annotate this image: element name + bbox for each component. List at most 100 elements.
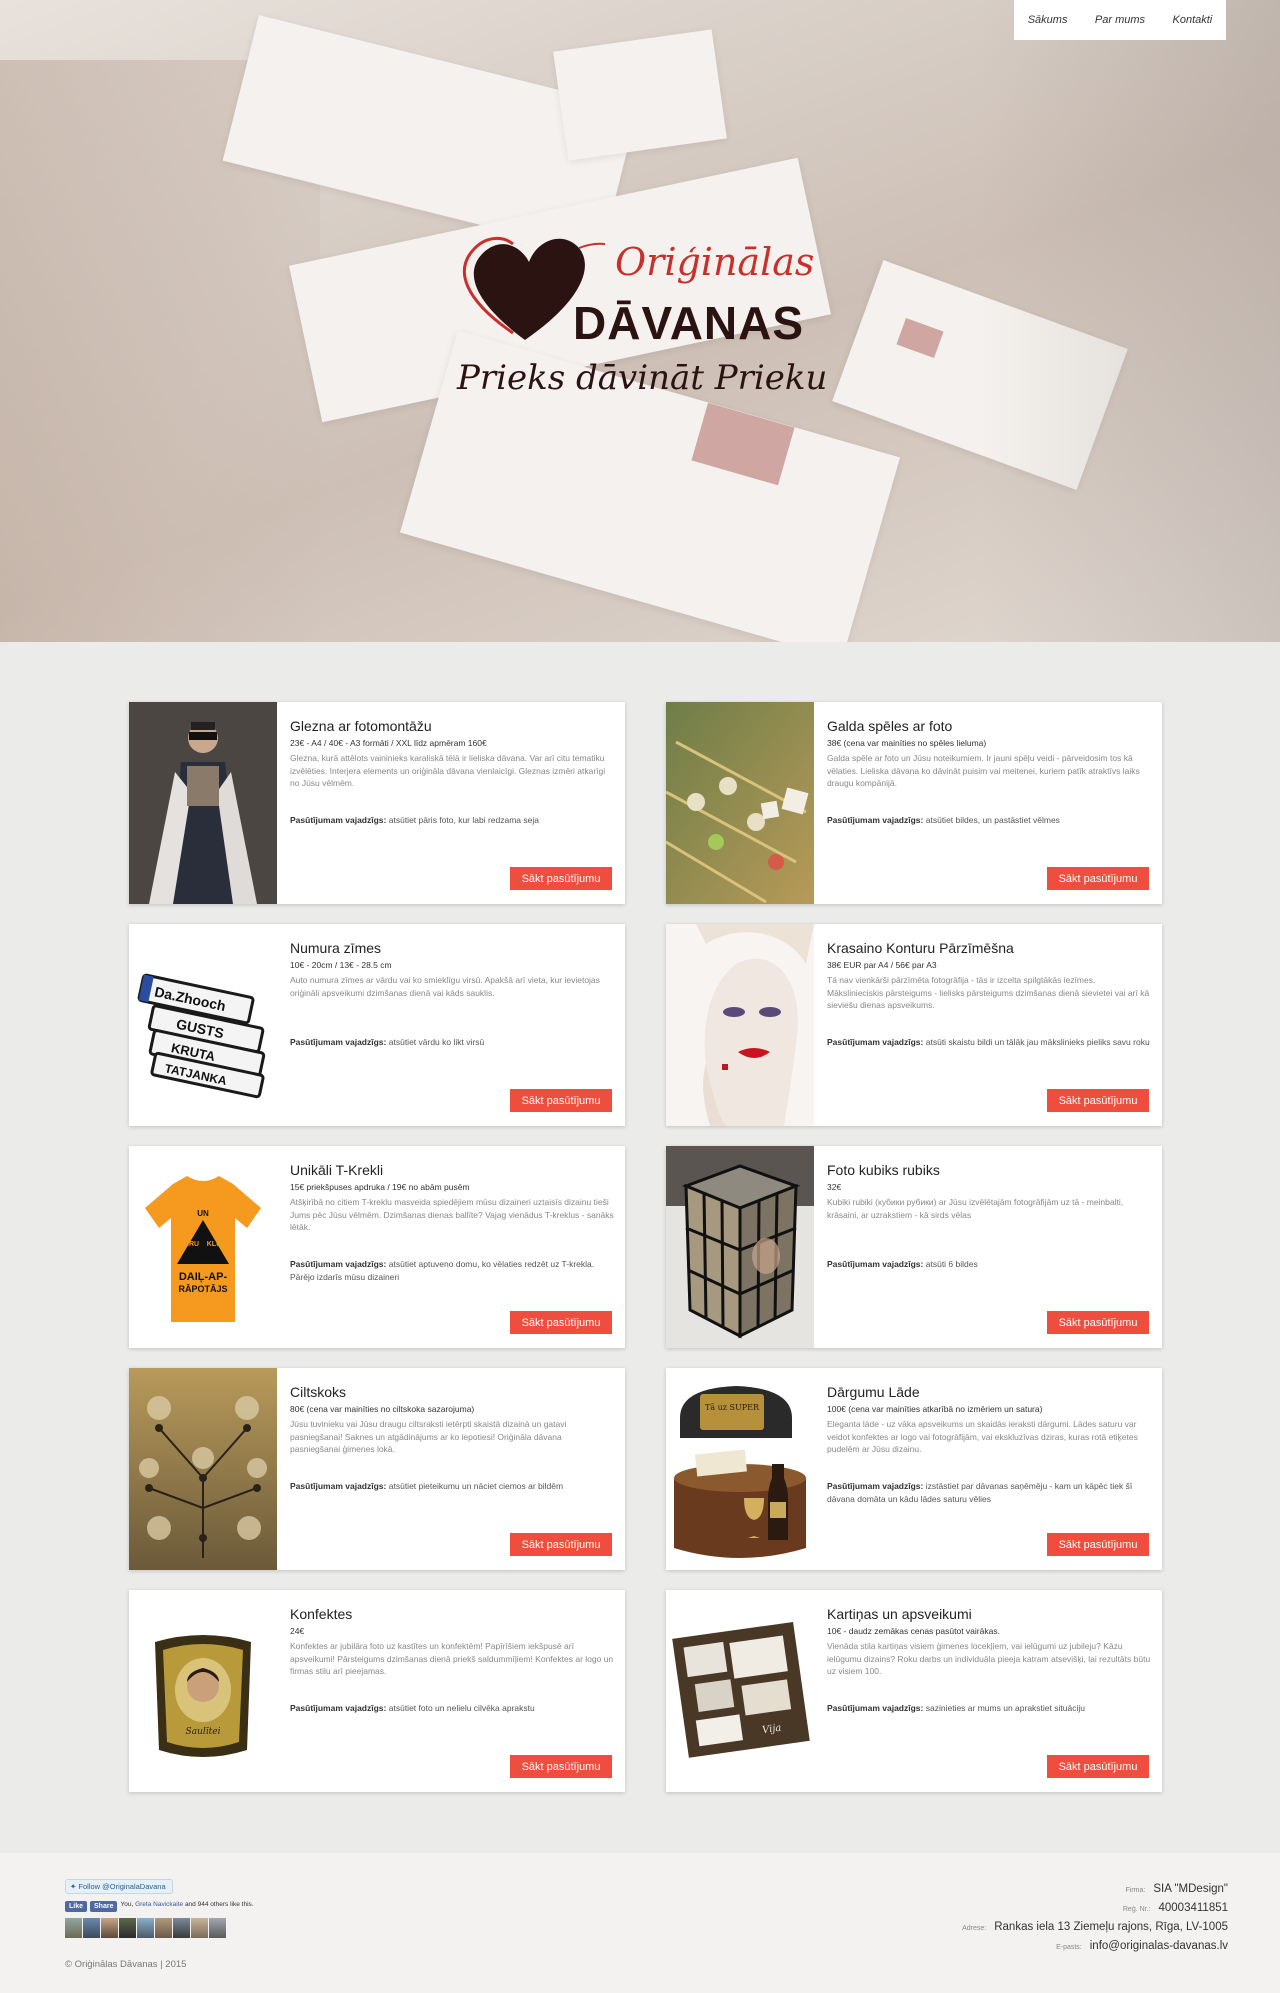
product-requirement: Pasūtījumam vajadzīgs: atsūtiet pieteiku… xyxy=(290,1480,614,1508)
product-card: UN BĀRU KLUBU DAIĻ-AP- RĀPOTĀJS Unikāli … xyxy=(129,1146,625,1348)
requirement-text: atsūtiet pieteikumu un nāciet ciemos ar … xyxy=(388,1481,564,1491)
requirement-text: atsūtiet bildes, un pastāstiet vēlmes xyxy=(925,815,1060,825)
facebook-like-button[interactable]: Like xyxy=(65,1901,88,1912)
product-price: 10€ - daudz zemākas cenas pasūtot vairāk… xyxy=(827,1626,1000,1636)
facebook-like-text: You, Greta Navickaite and 944 others lik… xyxy=(120,1901,260,1909)
company-info-row: Firma: SIA "MDesign" xyxy=(962,1883,1228,1895)
product-description: Glezna, kurā attēlots vaininieks karalis… xyxy=(290,753,606,788)
start-order-button[interactable]: Sākt pasūtījumu xyxy=(1047,1755,1149,1778)
avatar[interactable] xyxy=(137,1918,154,1938)
shirt-text: KLUBU xyxy=(207,1241,232,1248)
product-description: Tā nav vienkārši pārzīmēta fotogrāfija -… xyxy=(827,975,1150,1010)
avatar[interactable] xyxy=(101,1918,118,1938)
site-logo[interactable]: Oriģinālas DĀVANAS Prieks dāvināt Prieku xyxy=(455,218,845,408)
product-image-candy-box: Saulītei xyxy=(129,1590,277,1792)
requirement-label: Pasūtījumam vajadzīgs: xyxy=(290,1481,387,1491)
product-price: 10€ - 20cm / 13€ - 28.5 cm xyxy=(290,960,392,970)
product-card: Da.Zhooch GUSTS KRUTA TATJANKA Numura zī… xyxy=(129,924,625,1126)
product-price: 32€ xyxy=(827,1182,842,1192)
company-info-row: Reģ. Nr.: 40003411851 xyxy=(962,1902,1228,1914)
product-requirement: Pasūtījumam vajadzīgs: atsūtiet aptuveno… xyxy=(290,1258,614,1286)
start-order-button[interactable]: Sākt pasūtījumu xyxy=(510,1533,612,1556)
product-card: Vija Kartiņas un apsveikumi 10€ - daudz … xyxy=(666,1590,1162,1792)
requirement-label: Pasūtījumam vajadzīgs: xyxy=(827,1037,924,1047)
logo-text-originalas: Oriģinālas xyxy=(615,240,815,284)
product-requirement: Pasūtījumam vajadzīgs: izstāstiet par dā… xyxy=(827,1480,1151,1508)
requirement-label: Pasūtījumam vajadzīgs: xyxy=(827,815,924,825)
product-requirement: Pasūtījumam vajadzīgs: atsūtiet foto un … xyxy=(290,1702,614,1730)
requirement-text: atsūti skaistu bildi un tālāk jau māksli… xyxy=(925,1037,1150,1047)
product-title: Glezna ar fotomontāžu xyxy=(290,718,432,734)
product-image-treasure-chest: Tā uz SUPER xyxy=(666,1368,814,1570)
start-order-button[interactable]: Sākt pasūtījumu xyxy=(1047,1311,1149,1334)
top-nav: Sākums Par mums Kontakti xyxy=(1014,0,1226,40)
requirement-text: atsūtiet vārdu ko likt virsū xyxy=(388,1037,485,1047)
requirement-text: atsūtiet foto un nelielu cilvēka aprakst… xyxy=(388,1703,535,1713)
product-title: Krasaino Konturu Pārzīmēšna xyxy=(827,940,1014,956)
hero-shade xyxy=(980,0,1280,642)
start-order-button[interactable]: Sākt pasūtījumu xyxy=(510,1089,612,1112)
shirt-text: BĀRU xyxy=(179,1240,199,1248)
start-order-button[interactable]: Sākt pasūtījumu xyxy=(1047,867,1149,890)
nav-item-contacts[interactable]: Kontakti xyxy=(1173,14,1213,26)
product-image-family-tree xyxy=(129,1368,277,1570)
twitter-follow-label: Follow @OriginalaDavana xyxy=(78,1882,166,1891)
nav-item-home[interactable]: Sākums xyxy=(1028,14,1068,26)
start-order-button[interactable]: Sākt pasūtījumu xyxy=(510,867,612,890)
site-footer: ✦ Follow @OriginalaDavana Like Share You… xyxy=(0,1853,1280,1993)
product-image-color-portrait xyxy=(666,924,814,1126)
product-description: Galda spēle ar foto un Jūsu noteikumiem.… xyxy=(827,753,1140,788)
product-title: Numura zīmes xyxy=(290,940,382,956)
product-card: Foto kubiks rubiks 32€ Kubiki rubiki (ку… xyxy=(666,1146,1162,1348)
avatar[interactable] xyxy=(119,1918,136,1938)
product-card: Krasaino Konturu Pārzīmēšna 38€ EUR par … xyxy=(666,924,1162,1126)
product-title: Ciltskoks xyxy=(290,1384,347,1400)
start-order-button[interactable]: Sākt pasūtījumu xyxy=(510,1311,612,1334)
product-card: Ciltskoks 80€ (cena var mainīties no cil… xyxy=(129,1368,625,1570)
product-description: Konfektes ar jubilāra foto uz kastītes u… xyxy=(290,1641,614,1676)
shirt-text: RĀPOTĀJS xyxy=(178,1284,227,1294)
requirement-label: Pasūtījumam vajadzīgs: xyxy=(827,1703,924,1713)
avatar[interactable] xyxy=(173,1918,190,1938)
start-order-button[interactable]: Sākt pasūtījumu xyxy=(510,1755,612,1778)
company-email-link[interactable]: info@originalas-davanas.lv xyxy=(1090,1940,1228,1952)
product-requirement: Pasūtījumam vajadzīgs: atsūtiet bildes, … xyxy=(827,814,1151,842)
avatar[interactable] xyxy=(65,1918,82,1938)
box-label: Saulītei xyxy=(186,1727,221,1737)
product-image-portrait-painting xyxy=(129,702,277,904)
twitter-bird-icon: ✦ xyxy=(70,1882,77,1891)
product-title: Foto kubiks rubiks xyxy=(827,1162,940,1178)
fb-text-prefix: You, xyxy=(120,1901,134,1908)
product-price: 15€ priekšpuses apdruka / 19€ no abām pu… xyxy=(290,1182,470,1192)
start-order-button[interactable]: Sākt pasūtījumu xyxy=(1047,1089,1149,1112)
facebook-share-button[interactable]: Share xyxy=(90,1901,118,1912)
product-image-license-plates: Da.Zhooch GUSTS KRUTA TATJANKA xyxy=(129,924,277,1126)
requirement-label: Pasūtījumam vajadzīgs: xyxy=(290,1259,387,1269)
social-widgets: ✦ Follow @OriginalaDavana Like Share You… xyxy=(65,1879,260,1938)
start-order-button[interactable]: Sākt pasūtījumu xyxy=(1047,1533,1149,1556)
product-price: 38€ EUR par A4 / 56€ par A3 xyxy=(827,960,937,970)
requirement-label: Pasūtījumam vajadzīgs: xyxy=(290,1703,387,1713)
fb-text-name[interactable]: Greta Navickaite xyxy=(135,1901,183,1908)
fb-text-suffix: and 944 others like this. xyxy=(184,1901,254,1908)
avatar[interactable] xyxy=(83,1918,100,1938)
hero-mug xyxy=(553,29,727,161)
logo-tagline: Prieks dāvināt Prieku xyxy=(457,358,828,398)
info-label: E-pasts: xyxy=(1056,1944,1082,1951)
product-price: 24€ xyxy=(290,1626,305,1636)
requirement-label: Pasūtījumam vajadzīgs: xyxy=(827,1481,924,1491)
product-card: Galda spēles ar foto 38€ (cena var mainī… xyxy=(666,702,1162,904)
nav-item-about[interactable]: Par mums xyxy=(1095,14,1145,26)
shirt-text: UN xyxy=(197,1209,209,1218)
requirement-label: Pasūtījumam vajadzīgs: xyxy=(290,1037,387,1047)
info-label: Adrese: xyxy=(962,1925,987,1932)
product-description: Jūsu tuvinieku vai Jūsu draugu ciltsraks… xyxy=(290,1419,567,1454)
twitter-follow-button[interactable]: ✦ Follow @OriginalaDavana xyxy=(65,1879,173,1894)
facebook-like-box: Like Share You, Greta Navickaite and 944… xyxy=(65,1901,260,1912)
product-image-photo-cube xyxy=(666,1146,814,1348)
avatar[interactable] xyxy=(191,1918,208,1938)
avatar[interactable] xyxy=(155,1918,172,1938)
company-name: SIA "MDesign" xyxy=(1153,1883,1228,1895)
product-price: 38€ (cena var mainīties no spēles lielum… xyxy=(827,738,987,748)
avatar[interactable] xyxy=(209,1918,226,1938)
